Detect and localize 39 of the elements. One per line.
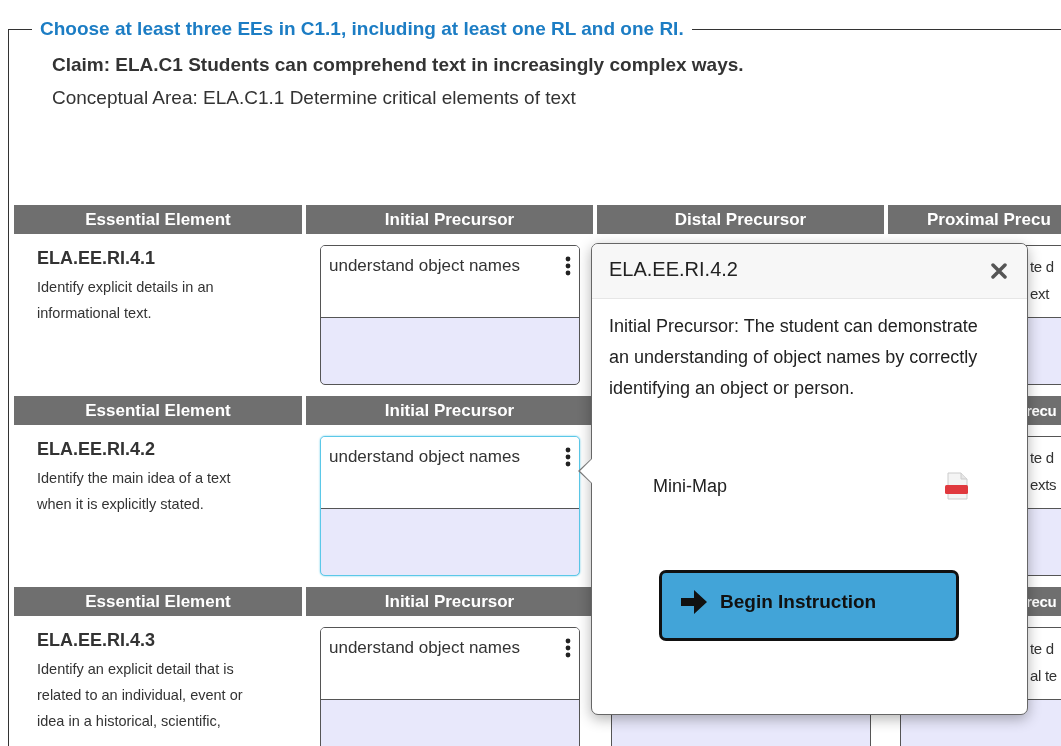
ee-code: ELA.EE.RI.4.1 — [37, 248, 157, 269]
precursor-box[interactable]: understand object names — [320, 436, 580, 576]
column-header: Essential Element — [14, 396, 302, 425]
kebab-menu-icon[interactable] — [565, 256, 571, 276]
precursor-text: understand object names — [329, 256, 520, 276]
popover-title: ELA.EE.RI.4.2 — [609, 257, 738, 281]
ee-code: ELA.EE.RI.4.3 — [37, 630, 157, 651]
kebab-menu-icon[interactable] — [565, 447, 571, 467]
ee-code: ELA.EE.RI.4.2 — [37, 439, 157, 460]
claim-heading: Claim: ELA.C1 Students can comprehend text in increasingly complex ways. — [52, 54, 745, 76]
arrow-right-icon — [680, 588, 708, 615]
begin-instruction-button[interactable]: Begin Instruction — [659, 570, 959, 641]
resource-link[interactable]: Mini-Map — [653, 475, 727, 497]
column-header: Essential Element — [14, 587, 302, 616]
precursor-text: te d — [1030, 257, 1054, 277]
precursor-box[interactable]: understand object names — [320, 245, 580, 385]
precursor-text: ext — [1030, 284, 1051, 304]
column-header: Distal Precursor — [597, 205, 884, 234]
popover-body-text: Initial Precursor: The student can demonstrate an understanding of object names by correctly identifying an object or person. — [608, 315, 979, 400]
column-header: Initial Precursor — [306, 205, 593, 234]
ee-description: Identify an explicit detail that is related to an individual, event or idea in a historical, scientific, — [37, 660, 244, 731]
column-header: Initial Precursor — [306, 587, 593, 616]
section-legend: Choose at least three EEs in C1.1, including at least one RL and one RI. — [32, 18, 692, 40]
precursor-text: understand object names — [329, 447, 520, 467]
column-header: Proximal Precu — [888, 205, 1061, 234]
ee-description: Identify explicit details in an informational text. — [37, 278, 215, 323]
precursor-text: exts — [1030, 475, 1057, 495]
precursor-text: al te — [1030, 666, 1057, 686]
precursor-text: understand object names — [329, 638, 520, 658]
pdf-file-icon[interactable] — [944, 472, 970, 500]
column-header: Essential Element — [14, 205, 302, 234]
column-header: Initial Precursor — [306, 396, 593, 425]
precursor-box[interactable]: understand object names — [320, 627, 580, 746]
conceptual-area-text: Conceptual Area: ELA.C1.1 Determine critical elements of text — [52, 87, 577, 109]
kebab-menu-icon[interactable] — [565, 638, 571, 658]
close-icon[interactable] — [991, 263, 1007, 279]
precursor-text: te d — [1030, 448, 1055, 468]
precursor-text: te d — [1030, 639, 1055, 659]
ee-description: Identify the main idea of a text when it is explicitly stated. — [37, 469, 232, 514]
